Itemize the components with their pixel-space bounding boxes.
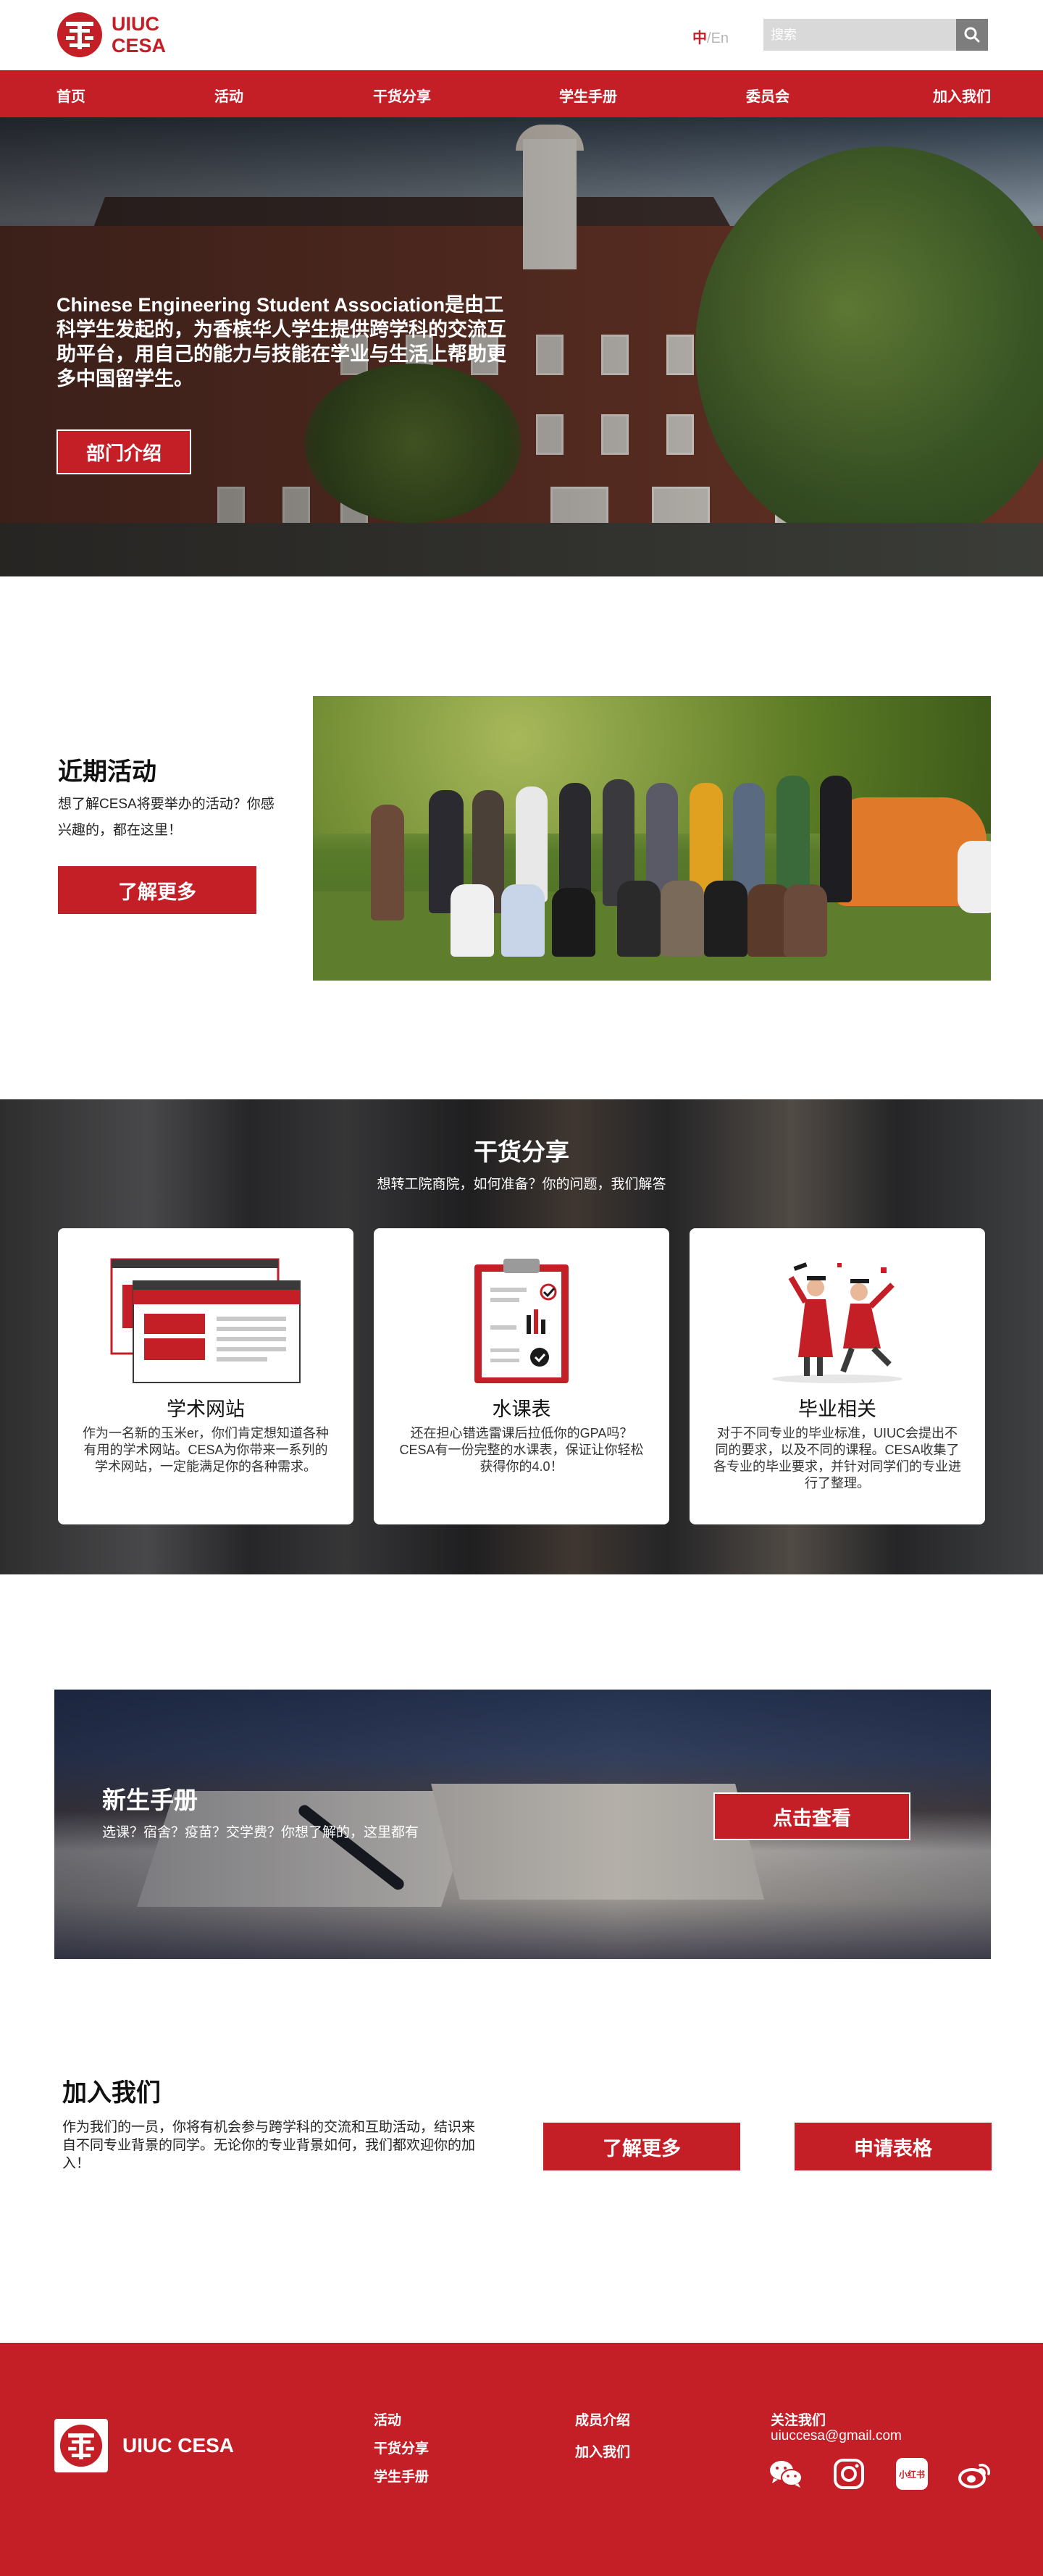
- wechat-icon: [770, 2461, 803, 2488]
- photo-white-car: [958, 841, 991, 913]
- graduation-illustration: [690, 1256, 985, 1385]
- department-intro-button[interactable]: 部门介绍: [56, 429, 191, 474]
- photo-person: [501, 884, 545, 957]
- logo-line-2: CESA: [112, 35, 167, 56]
- footer-email[interactable]: uiuccesa@gmail.com: [771, 2428, 902, 2444]
- nav-resources[interactable]: 干货分享: [373, 85, 431, 106]
- resource-card-desc: 还在担心错选雷课后拉低你的GPA吗？CESA有一份完整的水课表，保证让你轻松获得…: [399, 1426, 644, 1474]
- photo-person: [617, 881, 661, 957]
- browser-windows-icon: [110, 1258, 301, 1383]
- main-nav: 首页 活动 干货分享 学生手册 委员会 加入我们: [0, 70, 1043, 117]
- logo-line-1: UIUC: [112, 13, 159, 35]
- language-switcher: 中/En: [692, 26, 729, 47]
- group-photo: [313, 696, 991, 981]
- resource-card-title: 毕业相关: [798, 1398, 876, 1420]
- search-button[interactable]: [956, 19, 988, 51]
- search-icon: [964, 27, 980, 43]
- nav-committee[interactable]: 委员会: [746, 85, 789, 106]
- resource-card-title: 学术网站: [167, 1398, 245, 1420]
- instagram-icon: [834, 2459, 864, 2489]
- xiaohongshu-link[interactable]: 小红书: [895, 2457, 929, 2491]
- weibo-link[interactable]: [958, 2457, 992, 2491]
- photo-person: [784, 884, 827, 957]
- lang-en-link[interactable]: En: [711, 30, 729, 46]
- nav-join-us[interactable]: 加入我们: [933, 85, 991, 106]
- resource-card-desc: 对于不同专业的毕业标准，UIUC会提出不同的要求，以及不同的课程。CESA收集了…: [713, 1426, 961, 1490]
- instagram-link[interactable]: [832, 2457, 866, 2491]
- photo-person: [552, 888, 595, 957]
- site-footer: UIUC CESA 活动 干货分享 学生手册 成员介绍 加入我们 关注我们 ui…: [0, 2343, 1043, 2576]
- photo-person: [371, 805, 404, 920]
- resource-card-easy-courses[interactable]: 水课表 还在担心错选雷课后拉低你的GPA吗？CESA有一份完整的水课表，保证让你…: [374, 1228, 669, 1524]
- handbook-banner: 新生手册 选课？宿舍？疫苗？交学费？你想了解的，这里都有 点击查看: [54, 1690, 991, 1959]
- photo-person: [704, 881, 747, 957]
- resources-subtitle: 想转工院商院，如何准备？你的问题，我们解答: [377, 1177, 666, 1192]
- application-form-button[interactable]: 申请表格: [795, 2123, 992, 2170]
- join-learn-more-button[interactable]: 了解更多: [543, 2123, 740, 2170]
- handbook-view-button[interactable]: 点击查看: [713, 1792, 910, 1840]
- nav-handbook[interactable]: 学生手册: [559, 85, 617, 106]
- lang-zh-link[interactable]: 中: [692, 30, 707, 46]
- footer-logo-text: UIUC CESA: [122, 2434, 235, 2457]
- nav-home[interactable]: 首页: [56, 85, 85, 106]
- graduates-celebrating-icon: [772, 1262, 902, 1383]
- resource-card-academic-sites[interactable]: 学术网站 作为一名新的玉米er，你们肯定想知道各种有用的学术网站。CESA为你带…: [58, 1228, 353, 1524]
- footer-link-join-us[interactable]: 加入我们: [575, 2441, 630, 2461]
- weibo-icon: [958, 2464, 990, 2488]
- footer-link-members[interactable]: 成员介绍: [575, 2409, 630, 2429]
- easy-courses-illustration: [374, 1256, 669, 1385]
- photo-person: [661, 881, 704, 957]
- search-bar: [763, 19, 988, 51]
- xiaohongshu-icon: 小红书: [896, 2458, 928, 2490]
- footer-link-resources[interactable]: 干货分享: [374, 2438, 429, 2457]
- nav-activities[interactable]: 活动: [214, 85, 243, 106]
- resource-card-desc: 作为一名新的玉米er，你们肯定想知道各种有用的学术网站。CESA为你带来一系列的…: [82, 1426, 329, 1474]
- photo-person: [451, 884, 494, 957]
- site-logo[interactable]: UIUC CESA: [56, 12, 166, 58]
- resource-card-title: 水课表: [492, 1398, 551, 1420]
- resource-card-graduation[interactable]: 毕业相关 对于不同专业的毕业标准，UIUC会提出不同的要求，以及不同的课程。CE…: [690, 1228, 985, 1524]
- footer-logo-mark: [54, 2419, 108, 2472]
- resources-title: 干货分享: [474, 1138, 569, 1165]
- join-us-title: 加入我们: [62, 2079, 161, 2107]
- xiaohongshu-label: 小红书: [898, 2469, 925, 2480]
- footer-link-activities[interactable]: 活动: [374, 2409, 401, 2429]
- handbook-subtitle: 选课？宿舍？疫苗？交学费？你想了解的，这里都有: [102, 1825, 419, 1840]
- cesa-logo-icon: [57, 12, 102, 57]
- join-us-desc: 作为我们的一员，你将有机会参与跨学科的交流和互助活动，结识来自不同专业背景的同学…: [62, 2120, 476, 2171]
- cesa-logo-icon: [59, 2424, 103, 2467]
- photo-person: [820, 776, 852, 902]
- recent-learn-more-button[interactable]: 了解更多: [58, 866, 256, 914]
- search-input[interactable]: [763, 19, 956, 51]
- site-header: UIUC CESA 中/En: [0, 0, 1043, 70]
- wechat-link[interactable]: [769, 2457, 803, 2491]
- clipboard-checklist-icon: [474, 1259, 569, 1383]
- resources-section: 干货分享 想转工院商院，如何准备？你的问题，我们解答 学术网站 作为一名新的玉米…: [0, 1099, 1043, 1574]
- footer-logo[interactable]: UIUC CESA: [54, 2419, 234, 2472]
- hero-intro-text: Chinese Engineering Student Association是…: [56, 294, 506, 390]
- academic-websites-illustration: [58, 1256, 353, 1385]
- handbook-title: 新生手册: [102, 1787, 198, 1813]
- footer-link-handbook[interactable]: 学生手册: [374, 2466, 429, 2485]
- footer-follow-us: 关注我们: [771, 2413, 826, 2428]
- recent-activities-title: 近期活动: [58, 758, 156, 786]
- photo-person: [776, 776, 810, 899]
- recent-activities-desc: 想了解CESA将要举办的活动？你感兴趣的，都在这里！: [58, 797, 275, 838]
